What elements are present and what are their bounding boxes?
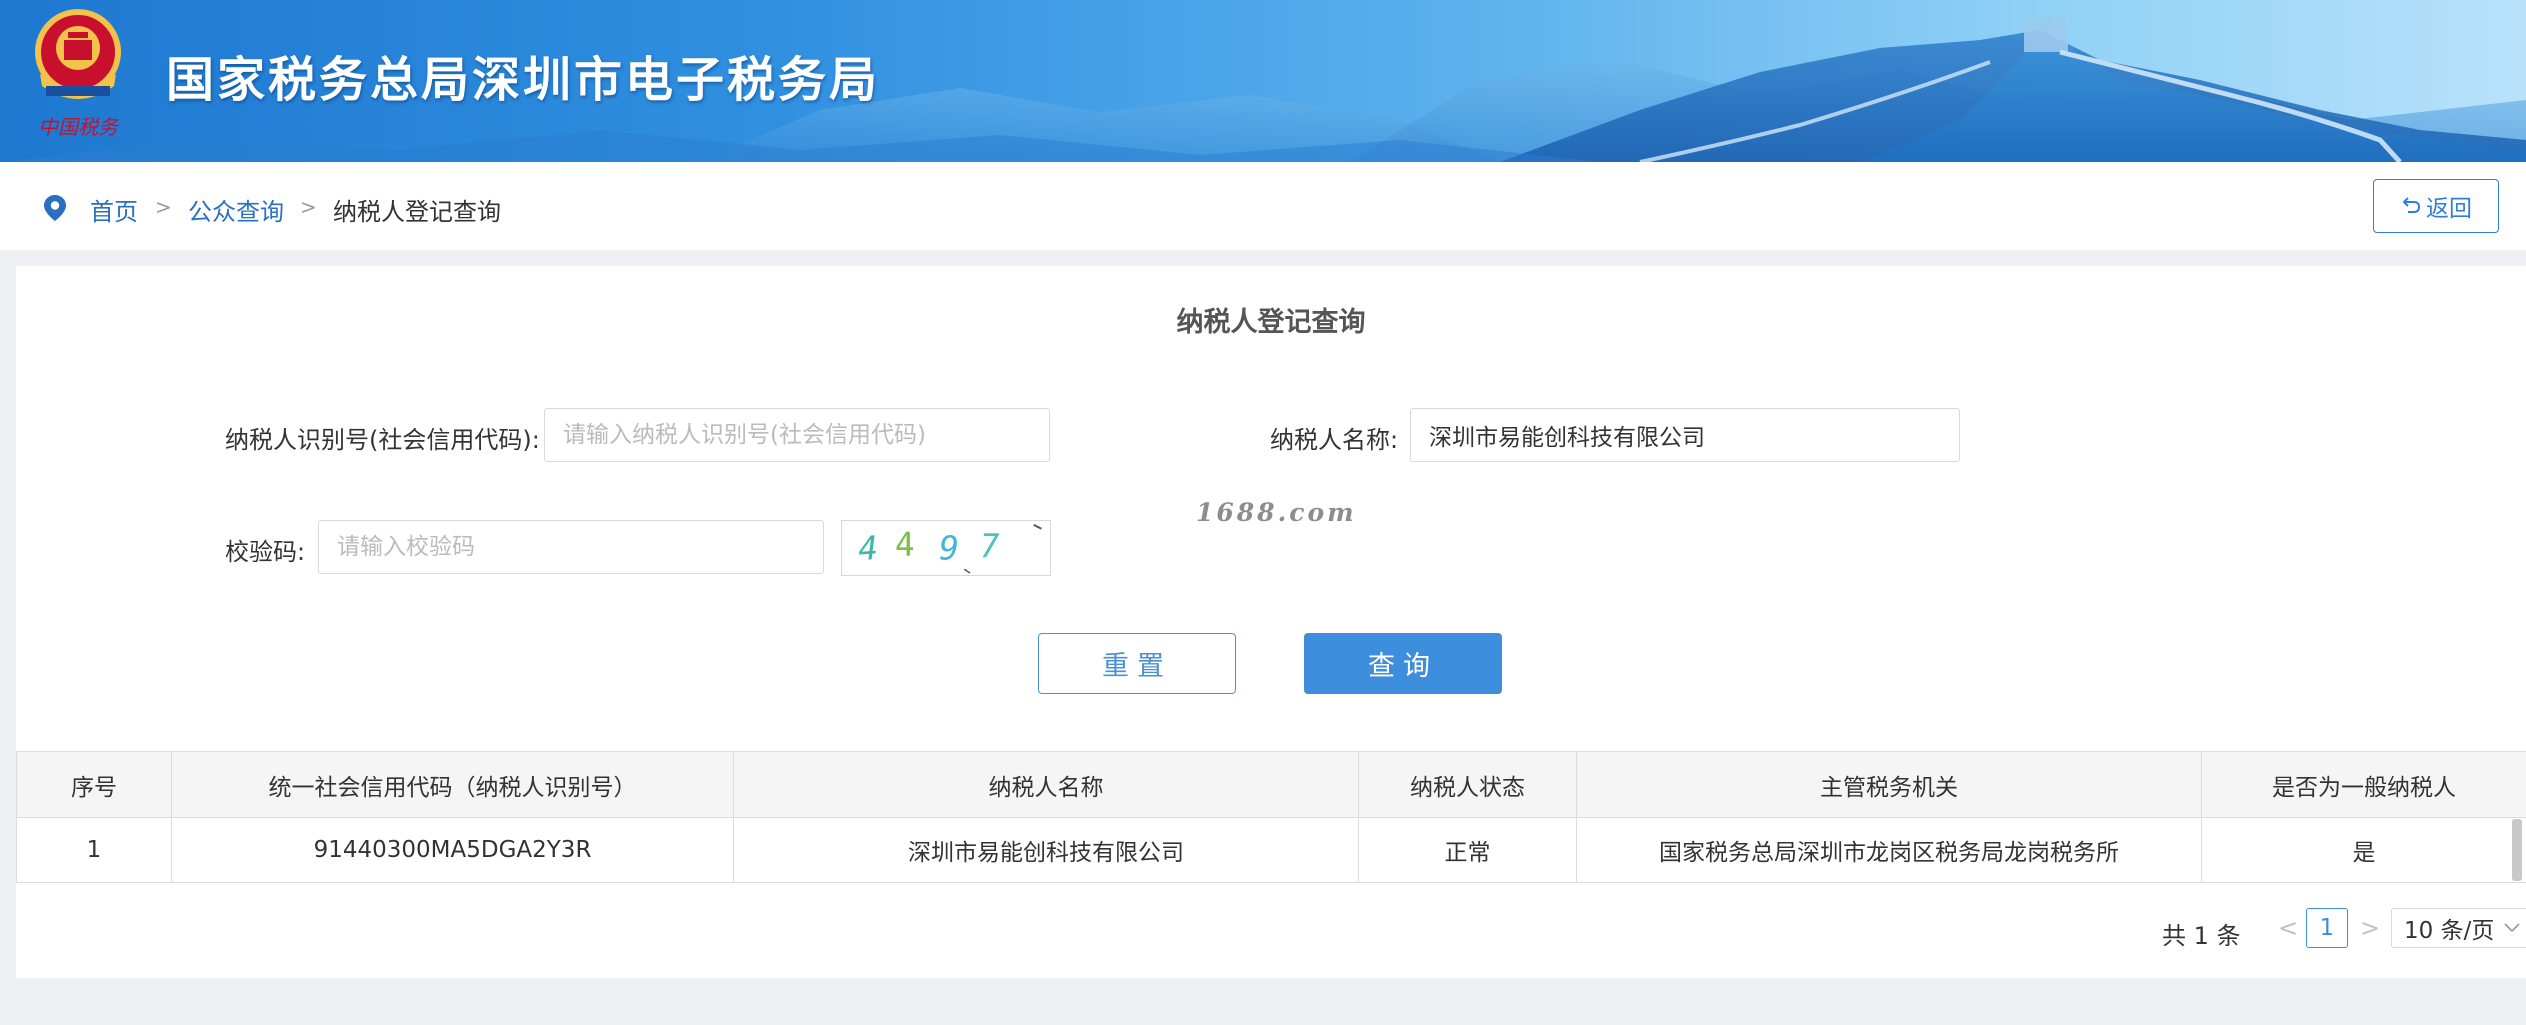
column-header-tax-authority: 主管税务机关	[1576, 751, 2202, 818]
captcha-input[interactable]	[318, 520, 824, 574]
breadcrumb-separator: >	[300, 195, 317, 219]
captcha-char: 7	[980, 528, 1000, 566]
taxpayer-name-input[interactable]	[1410, 408, 1960, 462]
query-button[interactable]: 查询	[1304, 633, 1502, 694]
back-button-label: 返回	[2426, 195, 2472, 221]
captcha-char: 4	[895, 526, 915, 564]
table-header-row: 序号 统一社会信用代码（纳税人识别号） 纳税人名称 纳税人状态 主管税务机关 是…	[16, 751, 2526, 818]
table-scrollbar[interactable]	[2512, 819, 2522, 881]
column-header-credit-code: 统一社会信用代码（纳税人识别号）	[171, 751, 734, 818]
captcha-image[interactable]: 4 4 9 7	[841, 520, 1051, 576]
reset-button[interactable]: 重置	[1038, 633, 1236, 694]
emblem-caption: 中国税务	[38, 115, 120, 139]
breadcrumb-current: 纳税人登记查询	[333, 198, 501, 226]
location-pin-icon	[44, 195, 66, 221]
back-button[interactable]: 返回	[2373, 179, 2499, 233]
column-header-general-taxpayer: 是否为一般纳税人	[2201, 751, 2526, 818]
tax-emblem-icon: 中国税务	[35, 9, 121, 139]
taxpayer-id-input[interactable]	[544, 408, 1050, 462]
page-size-value: 10 条/页	[2404, 918, 2495, 944]
header-banner: 中国税务 国家税务总局深圳市电子税务局	[0, 0, 2526, 162]
breadcrumb-home-link[interactable]: 首页	[90, 192, 138, 227]
results-table: 序号 统一社会信用代码（纳税人识别号） 纳税人名称 纳税人状态 主管税务机关 是…	[16, 751, 2526, 883]
pagination-page-current[interactable]: 1	[2306, 908, 2348, 948]
pagination-total: 共 1 条	[2162, 922, 2241, 950]
table-row[interactable]: 1 91440300MA5DGA2Y3R 深圳市易能创科技有限公司 正常 国家税…	[16, 817, 2526, 883]
captcha-label: 校验码:	[225, 538, 306, 566]
captcha-char: 4	[857, 529, 879, 568]
return-arrow-icon	[2402, 197, 2421, 213]
cell-credit-code: 91440300MA5DGA2Y3R	[171, 817, 734, 883]
cell-index: 1	[16, 817, 172, 883]
taxpayer-name-label: 纳税人名称:	[1270, 426, 1399, 454]
query-card: 纳税人登记查询 纳税人识别号(社会信用代码): 纳税人名称: 校验码: 4 4 …	[16, 266, 2526, 978]
breadcrumb: 首页 > 公众查询 > 纳税人登记查询 返回	[0, 162, 2526, 250]
chevron-down-icon	[2504, 923, 2520, 933]
cell-tax-authority: 国家税务总局深圳市龙岗区税务局龙岗税务所	[1576, 817, 2202, 883]
site-title: 国家税务总局深圳市电子税务局	[166, 52, 881, 108]
cell-status: 正常	[1358, 817, 1577, 883]
cell-taxpayer-name: 深圳市易能创科技有限公司	[733, 817, 1359, 883]
page-size-select[interactable]: 10 条/页	[2391, 908, 2526, 948]
breadcrumb-public-query-link[interactable]: 公众查询	[188, 192, 284, 227]
watermark: 1688.com	[1196, 498, 1357, 527]
breadcrumb-separator: >	[155, 195, 172, 219]
pagination-next-button[interactable]: >	[2360, 914, 2380, 942]
column-header-status: 纳税人状态	[1358, 751, 1577, 818]
taxpayer-id-label: 纳税人识别号(社会信用代码):	[225, 426, 540, 454]
cell-general-taxpayer: 是	[2201, 817, 2526, 883]
captcha-char: 9	[939, 530, 959, 568]
column-header-taxpayer-name: 纳税人名称	[733, 751, 1359, 818]
column-header-index: 序号	[16, 751, 172, 818]
pagination-prev-button[interactable]: <	[2278, 914, 2298, 942]
page-title: 纳税人登记查询	[1176, 307, 1366, 338]
